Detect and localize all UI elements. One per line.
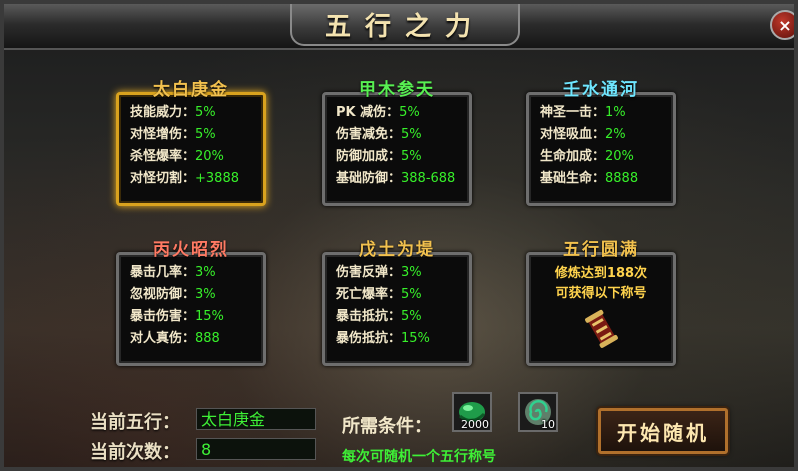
stat-key: 暴伤抵抗：: [336, 331, 402, 346]
stat-row: 对人真伤：888: [130, 328, 260, 350]
card-jin[interactable]: 太白庚金 技能威力：5% 对怪增伤：5% 杀怪爆率：20% 对怪切割：+3888: [116, 76, 266, 206]
stat-row: 生命加成：20%: [540, 146, 670, 168]
description-line-1: 修炼达到188次: [554, 266, 648, 281]
stat-value: 2%: [605, 127, 626, 142]
title-plate: 五行之力: [290, 4, 520, 46]
close-icon: ×: [778, 15, 792, 35]
stat-value: 15%: [195, 309, 224, 324]
stat-row: 死亡爆率：5%: [336, 284, 466, 306]
stat-key: 杀怪爆率：: [130, 149, 196, 164]
stat-key: 暴击伤害：: [130, 309, 196, 324]
stat-key: 基础生命：: [540, 171, 606, 186]
stat-key: 生命加成：: [540, 149, 606, 164]
stat-value: 888: [195, 331, 220, 346]
stat-key: 对怪吸血：: [540, 127, 606, 142]
card-complete: 五行圆满 修炼达到188次 可获得以下称号: [526, 236, 676, 366]
stat-row: 忽视防御：3%: [130, 284, 260, 306]
stat-value: 5%: [195, 105, 216, 120]
requirements-label: 所需条件：: [342, 416, 432, 437]
stat-row: 神圣一击：1%: [540, 102, 670, 124]
stat-list: PK 减伤：5% 伤害减免：5% 防御加成：5% 基础防御：388-688: [336, 102, 466, 190]
card-title: 太白庚金: [153, 79, 229, 100]
stat-row: 伤害减免：5%: [336, 124, 466, 146]
stat-row: 对怪吸血：2%: [540, 124, 670, 146]
stat-key: PK 减伤：: [336, 105, 400, 120]
card-mu[interactable]: 甲木参天 PK 减伤：5% 伤害减免：5% 防御加成：5% 基础防御：388-688: [322, 76, 472, 206]
requirement-item-2[interactable]: 10: [518, 392, 558, 432]
stat-row: 防御加成：5%: [336, 146, 466, 168]
stat-row: 对怪增伤：5%: [130, 124, 260, 146]
stat-value: 3%: [195, 265, 216, 280]
stat-row: 技能威力：5%: [130, 102, 260, 124]
stat-row: 基础生命：8888: [540, 168, 670, 190]
stat-key: 技能威力：: [130, 105, 196, 120]
stat-key: 防御加成：: [336, 149, 402, 164]
description-line-2: 可获得以下称号: [555, 286, 647, 301]
card-title: 甲木参天: [359, 79, 435, 100]
scroll-icon: [585, 309, 618, 348]
stat-key: 暴击抵抗：: [336, 309, 402, 324]
stat-value: 5%: [401, 309, 422, 324]
stat-value: 3%: [401, 265, 422, 280]
card-title: 壬水通河: [563, 79, 639, 100]
item-count: 10: [541, 418, 555, 431]
start-random-button[interactable]: 开始随机: [598, 408, 728, 454]
card-tu[interactable]: 戊土为堤 伤害反弹：3% 死亡爆率：5% 暴击抵抗：5% 暴伤抵抗：15%: [322, 236, 472, 366]
stat-value: 5%: [401, 149, 422, 164]
close-button[interactable]: ×: [770, 10, 794, 40]
card-shui[interactable]: 壬水通河 神圣一击：1% 对怪吸血：2% 生命加成：20% 基础生命：8888: [526, 76, 676, 206]
stat-value: 20%: [195, 149, 224, 164]
card-title: 丙火昭烈: [153, 239, 229, 260]
card-huo[interactable]: 丙火昭烈 暴击几率：3% 忽视防御：3% 暴击伤害：15% 对人真伤：888: [116, 236, 266, 366]
stat-value: +3888: [195, 171, 239, 186]
stat-value: 5%: [401, 127, 422, 142]
item-count: 2000: [461, 418, 489, 431]
current-count-label: 当前次数：: [90, 442, 180, 463]
stat-value: 5%: [195, 127, 216, 142]
stat-key: 对人真伤：: [130, 331, 196, 346]
stat-key: 神圣一击：: [540, 105, 606, 120]
stat-key: 伤害反弹：: [336, 265, 402, 280]
stat-row: 暴伤抵抗：15%: [336, 328, 466, 350]
stat-list: 神圣一击：1% 对怪吸血：2% 生命加成：20% 基础生命：8888: [540, 102, 670, 190]
stat-row: 伤害反弹：3%: [336, 262, 466, 284]
card-description: 修炼达到188次 可获得以下称号: [538, 264, 664, 304]
requirements-hint: 每次可随机一个五行称号: [342, 449, 496, 465]
stat-value: 8888: [605, 171, 639, 186]
stat-list: 伤害反弹：3% 死亡爆率：5% 暴击抵抗：5% 暴伤抵抗：15%: [336, 262, 466, 350]
stat-value: 3%: [195, 287, 216, 302]
stat-list: 技能威力：5% 对怪增伤：5% 杀怪爆率：20% 对怪切割：+3888: [130, 102, 260, 190]
stat-key: 忽视防御：: [130, 287, 196, 302]
stat-key: 对怪切割：: [130, 171, 196, 186]
stat-value: 388-688: [401, 171, 456, 186]
current-count-field: 8: [196, 438, 316, 460]
stat-value: 1%: [605, 105, 626, 120]
card-title: 戊土为堤: [359, 239, 435, 260]
stat-key: 基础防御：: [336, 171, 402, 186]
stat-row: 基础防御：388-688: [336, 168, 466, 190]
stat-row: 暴击抵抗：5%: [336, 306, 466, 328]
current-element-field: 太白庚金: [196, 408, 316, 430]
five-elements-window: 五行之力 × 太白庚金 技能威力：5% 对怪增伤：5% 杀怪爆率：20% 对怪切割：+3…: [0, 0, 798, 471]
stat-list: 暴击几率：3% 忽视防御：3% 暴击伤害：15% 对人真伤：888: [130, 262, 260, 350]
stat-key: 伤害减免：: [336, 127, 402, 142]
stat-row: PK 减伤：5%: [336, 102, 466, 124]
stat-value: 15%: [401, 331, 430, 346]
current-element-label: 当前五行：: [90, 412, 180, 433]
card-title: 五行圆满: [563, 239, 639, 260]
window-title: 五行之力: [324, 11, 485, 42]
stat-key: 暴击几率：: [130, 265, 196, 280]
stat-row: 暴击几率：3%: [130, 262, 260, 284]
stat-row: 暴击伤害：15%: [130, 306, 260, 328]
stat-value: 20%: [605, 149, 634, 164]
stat-key: 死亡爆率：: [336, 287, 402, 302]
stat-row: 对怪切割：+3888: [130, 168, 260, 190]
stat-value: 5%: [401, 287, 422, 302]
stat-row: 杀怪爆率：20%: [130, 146, 260, 168]
stat-key: 对怪增伤：: [130, 127, 196, 142]
stat-value: 5%: [399, 105, 420, 120]
requirement-item-1[interactable]: 2000: [452, 392, 492, 432]
